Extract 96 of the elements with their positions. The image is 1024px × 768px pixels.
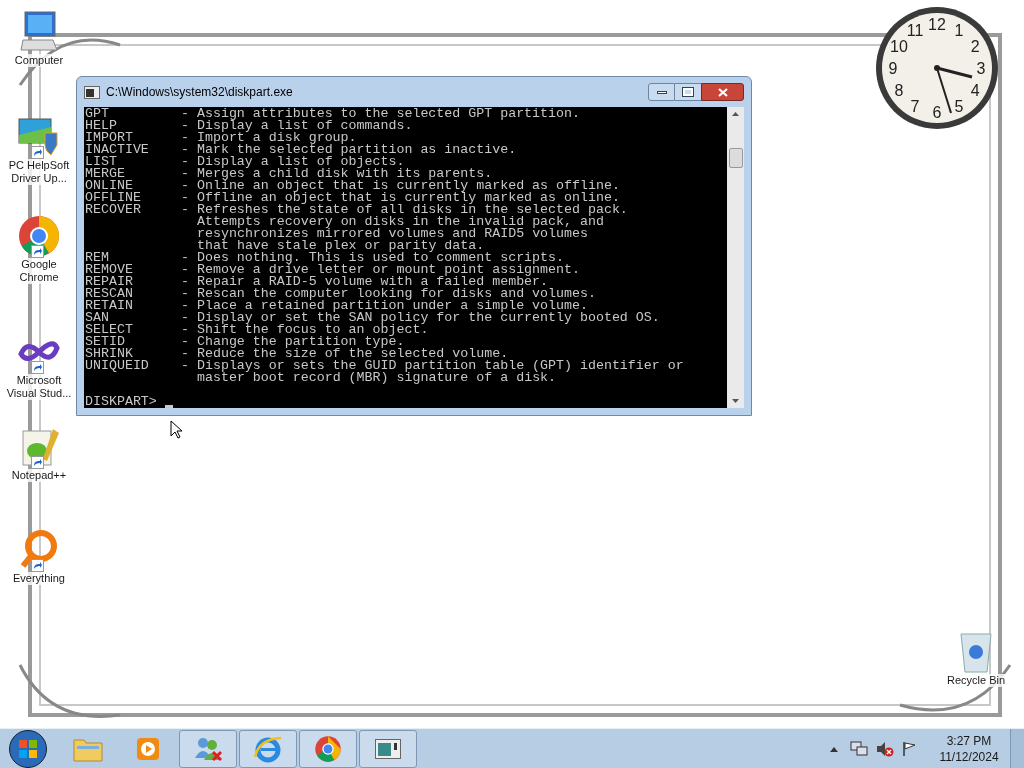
clock-numeral: 11 — [906, 21, 924, 39]
desktop-icon[interactable]: Recycle Bin — [938, 630, 1014, 687]
command-name: ONLINE — [85, 180, 133, 192]
show-desktop-button[interactable] — [1010, 728, 1024, 768]
command-description: that have stale plex or parity data. — [196, 240, 485, 252]
taskbar-button[interactable] — [359, 729, 417, 768]
command-description: Attempts recovery on disks in the invalid pack, and — [196, 216, 604, 228]
command-name: UNIQUEID — [85, 360, 150, 375]
window-title: C:\Windows\system32\diskpart.exe — [106, 84, 294, 101]
start-button[interactable] — [9, 729, 47, 768]
command-description: - Merges a child disk with its parents. — [181, 168, 493, 180]
console-window-icon — [84, 85, 100, 99]
clock-numeral: 2 — [970, 38, 980, 55]
desktop-icon-label: Notepad++ — [11, 469, 67, 482]
desktop-icon[interactable]: PC HelpSoft Driver Up... — [2, 115, 76, 185]
command-name: IMPORT — [85, 132, 133, 144]
taskbar-button[interactable] — [239, 729, 297, 768]
clock-numeral: 7 — [910, 98, 920, 116]
clock-numeral: 4 — [970, 82, 980, 99]
command-description: - Display a list of objects. — [181, 156, 405, 168]
command-description: - Displays or sets the GUID partition table (GPT) identifier or — [181, 360, 684, 372]
clock-numeral: 6 — [932, 104, 942, 121]
scrollbar-thumb[interactable] — [728, 147, 743, 168]
recycle-bin-icon — [958, 630, 994, 674]
command-name: RESCAN — [85, 288, 134, 300]
console-window-icon — [375, 738, 401, 759]
command-description: - Change the partition type. — [181, 336, 405, 348]
clock-numeral: 3 — [976, 60, 986, 77]
flag-icon[interactable] — [902, 740, 918, 757]
command-description: - Repair a RAID-5 volume with a failed member. — [181, 276, 549, 288]
desktop-icon[interactable]: Notepad++ — [2, 425, 76, 482]
close-button[interactable] — [701, 83, 744, 101]
command-description: - Mark the selected partition as inactive. — [181, 144, 517, 156]
command-name: RETAIN — [85, 300, 134, 312]
command-description: - Display a list of commands. — [181, 120, 413, 132]
command-name: GPT — [85, 108, 109, 120]
media-player-icon — [136, 736, 160, 761]
maximize-button[interactable] — [675, 83, 701, 101]
command-name: SAN — [85, 312, 109, 324]
taskbar-button[interactable] — [299, 729, 357, 768]
desktop-icon-label: Computer — [14, 54, 64, 67]
command-description: - Does nothing. This is used to comment scripts. — [181, 252, 564, 264]
chrome-logo-icon — [314, 734, 342, 763]
close-icon — [717, 87, 728, 97]
clock-numeral: 1 — [954, 21, 964, 39]
desktop-icon-label: Recycle Bin — [946, 674, 1006, 687]
browser-e-icon — [253, 734, 283, 763]
command-name: HELP — [85, 120, 117, 132]
desktop-icon[interactable]: Everything — [2, 528, 76, 585]
command-name: REPAIR — [85, 276, 134, 288]
command-description: - Reduce the size of the selected volume. — [181, 348, 509, 360]
command-description: master boot record (MBR) signature of a disk. — [196, 372, 557, 384]
clock-date: 11/12/2024 — [939, 748, 999, 765]
taskbar-button[interactable] — [179, 729, 237, 768]
command-name: SETID — [85, 336, 125, 348]
clock-numeral: 9 — [888, 60, 898, 77]
show-hidden-icons-icon[interactable] — [830, 745, 838, 752]
windows-logo-icon — [18, 738, 38, 759]
text-cursor — [164, 405, 173, 408]
command-name: REMOVE — [85, 264, 134, 276]
clock-numeral: 5 — [954, 98, 964, 116]
desktop-icon[interactable]: Google Chrome — [2, 214, 76, 284]
desktop-icon[interactable]: Computer — [2, 10, 76, 67]
command-description: - Import a disk group. — [181, 132, 357, 144]
command-name: SELECT — [85, 324, 134, 336]
clock-numeral: 10 — [890, 38, 908, 55]
command-name: RECOVER — [85, 204, 142, 219]
clock-numeral: 12 — [928, 16, 946, 33]
command-description: - Shift the focus to an object. — [181, 324, 429, 336]
command-description: - Rescan the computer looking for disks and volumes. — [181, 288, 596, 300]
volume-muted-icon[interactable] — [876, 740, 894, 757]
desktop-icon-label: Everything — [13, 572, 65, 585]
people-icon — [193, 735, 223, 762]
clock-numeral: 8 — [894, 82, 904, 99]
command-name: REM — [85, 252, 109, 264]
command-description: - Online an object that is currently marked as offline. — [181, 180, 620, 192]
command-description: resynchronizes mirrored volumes and RAID5 volumes — [196, 228, 589, 240]
minimize-button[interactable] — [648, 83, 675, 101]
command-description: - Display or set the SAN policy for the currently booted OS. — [181, 312, 660, 324]
command-prompt: DISKPART> — [85, 396, 157, 408]
command-name: INACTIVE — [85, 144, 150, 156]
command-name: SHRINK — [85, 348, 133, 360]
network-icon[interactable] — [850, 740, 868, 757]
command-name: LIST — [85, 156, 117, 168]
command-description: - Place a retained partition under a simple volume. — [181, 300, 588, 312]
vertical-scrollbar[interactable] — [727, 107, 744, 408]
taskbar-clock[interactable]: 3:27 PM 11/12/2024 — [934, 732, 1004, 765]
command-name: MERGE — [85, 168, 125, 180]
command-description: - Remove a drive letter or mount point assignment. — [181, 264, 580, 276]
command-description: - Refreshes the state of all disks in the selected pack. — [181, 204, 628, 216]
clock-time: 3:27 PM — [946, 732, 992, 749]
mouse-pointer-icon — [170, 420, 182, 439]
command-description: - Assign attributes to the selected GPT partition. — [181, 108, 580, 120]
command-name: OFFLINE — [85, 192, 142, 204]
command-description: - Offline an object that is currently marked as online. — [181, 192, 620, 204]
desktop-icon[interactable]: Microsoft Visual Stud... — [2, 330, 76, 400]
